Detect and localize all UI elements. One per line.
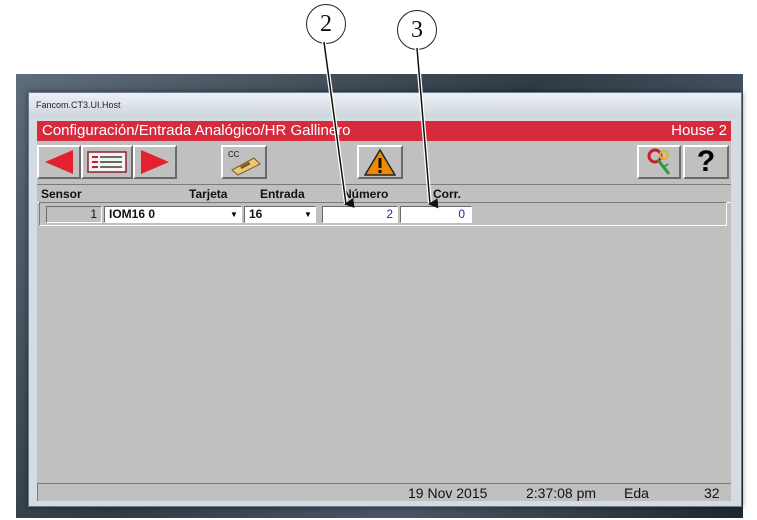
table-header: Sensor Tarjeta Entrada Número Corr. [37,184,731,203]
help-button[interactable]: ? [683,145,729,179]
callout-2-label: 2 [320,10,332,37]
warning-icon [364,148,396,176]
column-entrada: Entrada [260,187,305,201]
callout-3-label: 3 [411,16,423,43]
arrow-right-icon [141,150,169,174]
tarjeta-value: IOM16 0 [109,207,156,221]
keys-button[interactable] [637,145,681,179]
header-bar: Configuración/Entrada Analógico/HR Galli… [37,121,731,141]
corr-field[interactable]: 0 [400,206,472,223]
status-date: 19 Nov 2015 [408,485,488,501]
callout-3: 3 [397,10,437,50]
alarm-button[interactable] [357,145,403,179]
app-window: Fancom.CT3.UI.Host Configuración/Entrada… [28,92,742,507]
app-client-area: Configuración/Entrada Analógico/HR Galli… [37,121,731,501]
window-titlebar[interactable]: Fancom.CT3.UI.Host [29,93,741,117]
status-value: 32 [704,485,720,501]
chevron-down-icon[interactable]: ▼ [227,207,241,222]
help-icon: ? [696,145,716,178]
next-button[interactable] [133,145,177,179]
cc-button[interactable]: CC [221,145,267,179]
numero-field[interactable]: 2 [322,206,398,223]
tarjeta-select[interactable]: IOM16 0 ▼ [104,206,242,223]
status-label: Eda [624,485,649,501]
callout-2: 2 [306,4,346,44]
entrada-value: 16 [249,207,263,221]
column-numero: Número [343,187,389,201]
table-row: 1 IOM16 0 ▼ 16 ▼ 2 0 [39,202,727,226]
list-icon [87,151,127,173]
toolbar: CC ? [37,143,731,183]
chevron-down-icon[interactable]: ▼ [301,207,315,222]
cc-card-icon: CC [228,150,261,176]
sensor-number: 1 [46,206,102,223]
column-sensor: Sensor [41,187,82,201]
page-title: Configuración/Entrada Analógico/HR Galli… [42,122,351,139]
cc-label: CC [228,150,240,159]
window-title: Fancom.CT3.UI.Host [36,100,121,110]
status-bar: 19 Nov 2015 2:37:08 pm Eda 32 [37,483,731,501]
status-time: 2:37:08 pm [526,485,597,501]
list-button[interactable] [81,145,133,179]
previous-button[interactable] [37,145,81,179]
column-corr: Corr. [433,187,462,201]
arrow-left-icon [45,150,73,174]
entrada-select[interactable]: 16 ▼ [244,206,316,223]
keys-icon [647,148,671,175]
house-label: House 2 [671,122,727,139]
column-tarjeta: Tarjeta [189,187,228,201]
